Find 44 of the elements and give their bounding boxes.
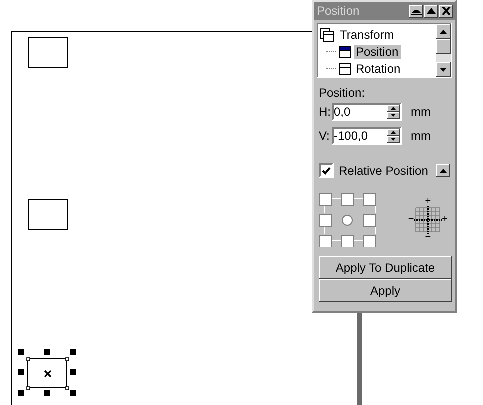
tree-label: Rotation: [355, 62, 402, 76]
up-arrow-icon: [426, 8, 436, 14]
checkbox[interactable]: [319, 163, 334, 178]
plus-sign: +: [442, 216, 448, 224]
close-button[interactable]: [439, 4, 453, 18]
number-field[interactable]: -100,0: [332, 127, 402, 145]
unit-label: mm: [411, 129, 431, 143]
panel-title: Position: [317, 4, 360, 18]
field-label: V:: [319, 129, 331, 143]
up-arrow-icon: [391, 131, 396, 134]
section-label: Position:: [319, 86, 366, 100]
up-arrow-icon: [440, 168, 446, 172]
up-arrow-icon: [391, 107, 396, 110]
tree-item[interactable]: Rotation: [320, 60, 436, 77]
tree-label: Transform: [339, 28, 396, 42]
expand-button[interactable]: [436, 164, 450, 177]
checkbox-label: Relative Position: [339, 164, 430, 178]
tree-label: Position: [354, 44, 401, 58]
field-label: H:: [319, 105, 331, 119]
grid-crosshair-icon: [414, 206, 442, 234]
rectangle-shape: [28, 37, 68, 68]
collapse-button[interactable]: [424, 4, 438, 18]
up-arrow-icon: [440, 30, 447, 34]
tree-item[interactable]: Transform: [320, 26, 436, 43]
checkmark-icon: [322, 166, 331, 174]
rectangle-shape: [28, 199, 68, 230]
selected-rectangle-drawing[interactable]: [18, 349, 78, 399]
unit-label: mm: [411, 105, 431, 119]
plus-sign: +: [425, 198, 432, 206]
close-icon: [442, 7, 450, 15]
number-field[interactable]: 0,0: [332, 103, 402, 121]
scrollbar[interactable]: [436, 24, 451, 77]
pages-icon: [320, 28, 334, 42]
apply-button[interactable]: Apply: [319, 279, 452, 302]
tree-item[interactable]: Position: [320, 43, 436, 60]
minus-sign: −: [425, 234, 432, 242]
minus-sign: −: [408, 216, 414, 224]
down-arrow-icon: [391, 138, 396, 141]
down-arrow-icon: [440, 68, 447, 72]
window-icon: [339, 46, 351, 58]
apply-button[interactable]: Apply To Duplicate: [319, 256, 452, 279]
window-icon: [339, 62, 351, 74]
down-arrow-icon: [391, 114, 396, 117]
rollup-button[interactable]: [409, 4, 423, 18]
